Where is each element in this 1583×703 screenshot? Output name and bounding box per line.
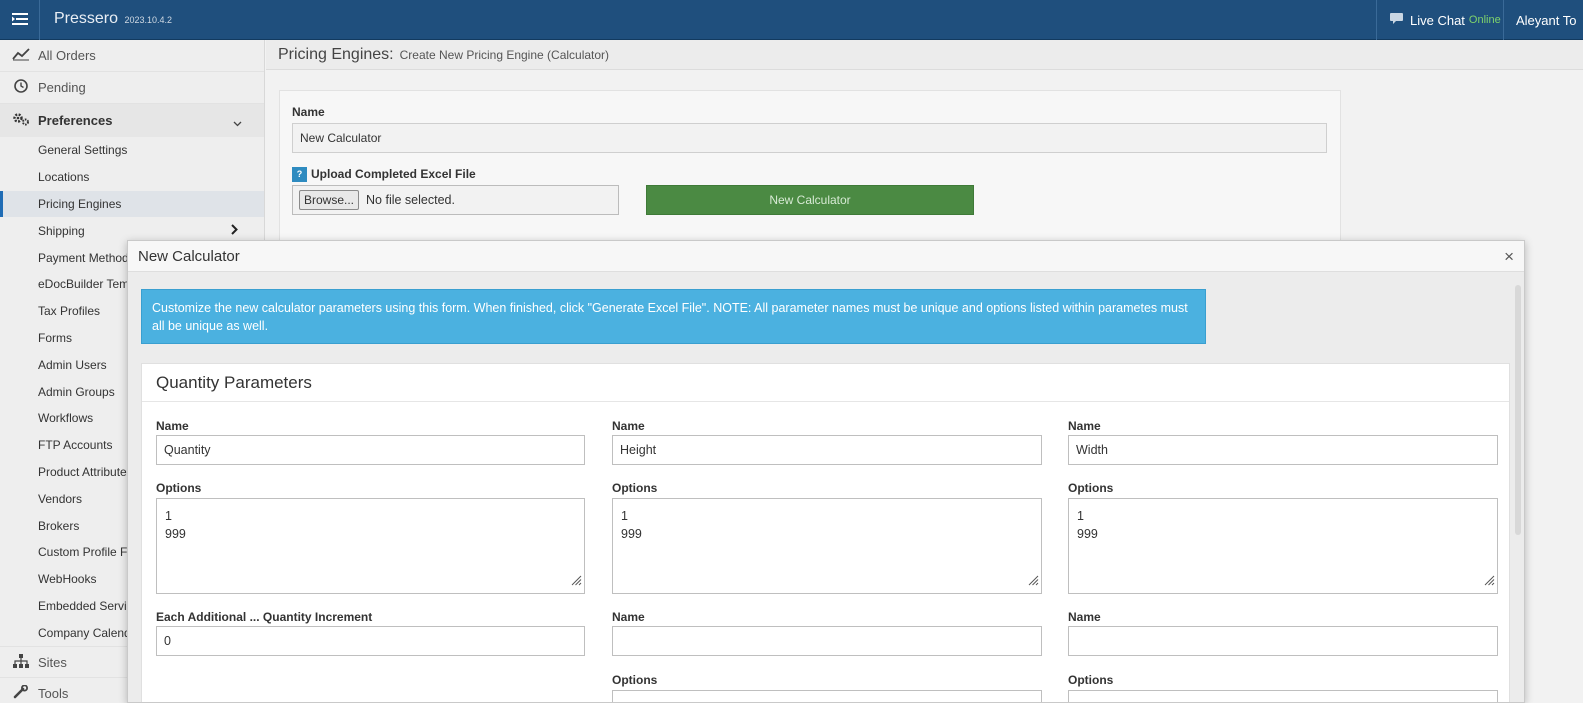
- app-brand[interactable]: Pressero 2023.10.4.2: [54, 10, 172, 28]
- user-menu[interactable]: Aleyant To: [1503, 0, 1583, 40]
- sidebar-item-pending[interactable]: Pending: [0, 72, 264, 104]
- width-name-label: Name: [1068, 419, 1101, 433]
- sidebar-label: Forms: [38, 330, 72, 345]
- sidebar-label: Payment Methods: [38, 250, 135, 265]
- sidebar-label: Admin Groups: [38, 384, 115, 399]
- quantity-options-textarea[interactable]: 1 999: [156, 498, 585, 594]
- top-bar: Pressero 2023.10.4.2 Live Chat Online Al…: [0, 0, 1583, 40]
- sidebar-label: Admin Users: [38, 357, 107, 372]
- height-name-label: Name: [612, 419, 645, 433]
- excel-file-input[interactable]: Browse... No file selected.: [292, 185, 619, 215]
- option-value: 999: [1077, 527, 1098, 541]
- sidebar-label: Shipping: [38, 223, 85, 238]
- sidebar-item-pricing-engines[interactable]: Pricing Engines: [0, 190, 264, 218]
- brand-name: Pressero: [54, 10, 119, 27]
- option-value: 999: [621, 527, 642, 541]
- calculator-name-input[interactable]: New Calculator: [292, 123, 1327, 153]
- chart-line-icon: [12, 47, 38, 64]
- extra-name-label-3: Name: [1068, 610, 1101, 624]
- resize-grip-icon[interactable]: [1028, 573, 1039, 591]
- extra-name-input-3[interactable]: [1068, 626, 1498, 656]
- extra-name-label-2: Name: [612, 610, 645, 624]
- file-status: No file selected.: [366, 193, 455, 207]
- name-label: Name: [292, 105, 325, 119]
- sidebar-label: General Settings: [38, 143, 128, 158]
- increment-input[interactable]: 0: [156, 626, 585, 656]
- sidebar-label: Sites: [38, 654, 67, 670]
- width-options-textarea[interactable]: 1 999: [1068, 498, 1498, 594]
- option-value: 1: [621, 509, 628, 523]
- live-chat-button[interactable]: Live Chat Online: [1376, 0, 1513, 40]
- resize-grip-icon[interactable]: [571, 573, 582, 591]
- new-calculator-button[interactable]: New Calculator: [646, 185, 974, 215]
- chevron-right-icon: [231, 224, 238, 238]
- sidebar-item-locations[interactable]: Locations: [0, 164, 264, 191]
- sidebar-label: Locations: [38, 170, 90, 185]
- sidebar-label: Preferences: [38, 113, 113, 128]
- menu-toggle-button[interactable]: [0, 0, 40, 40]
- sitemap-icon: [12, 653, 38, 671]
- sidebar-label: Pending: [38, 80, 86, 95]
- browse-button[interactable]: Browse...: [299, 190, 360, 210]
- sidebar-label: All Orders: [38, 48, 96, 63]
- increment-label: Each Additional ... Quantity Increment: [156, 610, 373, 624]
- sidebar-label: Company Calendar: [38, 625, 142, 640]
- modal-scrollbar[interactable]: [1515, 285, 1521, 535]
- page-title: Pricing Engines:: [278, 45, 394, 63]
- height-options-textarea[interactable]: 1 999: [612, 498, 1042, 594]
- extra-options-textarea-2[interactable]: [612, 690, 1042, 702]
- sidebar-item-preferences[interactable]: Preferences: [0, 104, 264, 137]
- upload-label-row: ? Upload Completed Excel File: [292, 167, 476, 183]
- page-header: Pricing Engines: Create New Pricing Engi…: [266, 40, 1583, 70]
- sidebar-label: Tools: [38, 685, 69, 701]
- hamburger-icon: [11, 12, 28, 28]
- modal-header: New Calculator ×: [128, 241, 1524, 272]
- chat-label: Live Chat: [1410, 12, 1465, 28]
- extra-options-label-2: Options: [612, 673, 658, 687]
- wrench-icon: [12, 684, 38, 702]
- user-name: Aleyant To: [1516, 12, 1577, 28]
- sidebar-label: Brokers: [38, 518, 80, 533]
- height-name-input[interactable]: Height: [612, 435, 1042, 465]
- quantity-name-label: Name: [156, 419, 189, 433]
- chat-status: Online: [1468, 14, 1501, 26]
- clock-icon: [12, 79, 38, 96]
- app-version: 2023.10.4.2: [124, 15, 173, 25]
- sidebar-label: Pricing Engines: [38, 196, 122, 211]
- sidebar-label: Vendors: [38, 491, 83, 506]
- option-value: 999: [165, 527, 186, 541]
- width-name-input[interactable]: Width: [1068, 435, 1498, 465]
- sidebar-item-all-orders[interactable]: All Orders: [0, 40, 264, 72]
- gears-icon: [12, 112, 38, 129]
- help-icon[interactable]: ?: [292, 167, 307, 183]
- sidebar-label: WebHooks: [38, 572, 97, 587]
- width-options-label: Options: [1068, 481, 1114, 495]
- close-icon[interactable]: ×: [1504, 247, 1514, 267]
- sidebar-label: Workflows: [38, 411, 94, 426]
- upload-label: Upload Completed Excel File: [311, 167, 476, 181]
- page-subtitle: Create New Pricing Engine (Calculator): [399, 47, 610, 62]
- chevron-down-icon: [233, 115, 250, 130]
- section-title: Quantity Parameters: [142, 364, 1509, 402]
- extra-options-textarea-3[interactable]: [1068, 690, 1498, 702]
- resize-grip-icon[interactable]: [1484, 573, 1495, 591]
- quantity-options-label: Options: [156, 481, 202, 495]
- sidebar-label: Product Attributes: [38, 464, 133, 479]
- extra-options-label-3: Options: [1068, 673, 1114, 687]
- option-value: 1: [1077, 509, 1084, 523]
- quantity-parameters-panel: Quantity Parameters Name Quantity Option…: [141, 363, 1510, 702]
- quantity-name-input[interactable]: Quantity: [156, 435, 585, 465]
- new-calculator-modal: New Calculator × Customize the new calcu…: [127, 240, 1525, 703]
- sidebar-label: Tax Profiles: [38, 304, 101, 319]
- extra-name-input-2[interactable]: [612, 626, 1042, 656]
- height-options-label: Options: [612, 481, 658, 495]
- chat-icon: [1389, 12, 1404, 28]
- sidebar-label: FTP Accounts: [38, 438, 113, 453]
- sidebar-item-general-settings[interactable]: General Settings: [0, 137, 264, 164]
- modal-title: New Calculator: [138, 247, 240, 265]
- info-alert: Customize the new calculator parameters …: [141, 289, 1206, 344]
- option-value: 1: [165, 509, 172, 523]
